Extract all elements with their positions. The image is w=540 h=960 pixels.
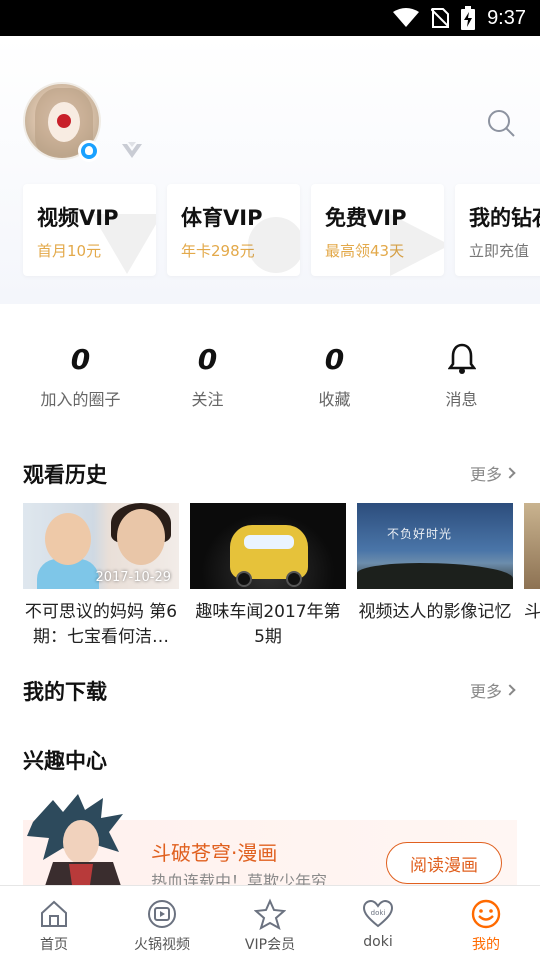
video-thumbnail: 不负好时光: [357, 503, 513, 589]
comic-character-art: [27, 794, 123, 892]
video-thumbnail: [190, 503, 346, 589]
chevron-right-icon: [504, 684, 516, 696]
video-title: 斗: [524, 602, 540, 622]
vip-level-icon[interactable]: [120, 140, 144, 164]
stat-messages[interactable]: 消息: [398, 342, 525, 410]
vip-card-video[interactable]: 视频VIP 首月10元: [23, 184, 156, 276]
stat-label: 加入的圈子: [40, 390, 121, 409]
doki-heart-icon: doki: [362, 899, 394, 928]
tab-label: 我的: [472, 937, 500, 953]
vip-card-subtitle: 立即充值: [469, 242, 530, 260]
video-title: 视频达人的影像记忆: [358, 602, 512, 622]
tab-vip[interactable]: VIP会员: [216, 886, 324, 960]
video-title: 趣味车闻2017年第5期: [195, 602, 341, 647]
vip-cards: 视频VIP 首月10元 体育VIP 年卡298元 免费VIP 最高领43天 我的…: [23, 184, 540, 276]
more-label: 更多: [469, 682, 502, 701]
bell-icon: [446, 342, 477, 378]
video-title: 不可思议的妈妈 第6期：七宝看何洁…: [24, 602, 178, 647]
tab-label: 首页: [40, 937, 68, 953]
tab-label: VIP会员: [244, 937, 296, 953]
stat-circles[interactable]: 0 加入的圈子: [17, 342, 144, 410]
profile-header: 视频VIP 首月10元 体育VIP 年卡298元 免费VIP 最高领43天 我的…: [0, 36, 540, 304]
vip-card-title: 我的钻石: [469, 206, 540, 230]
interest-title: 兴趣中心: [23, 749, 107, 773]
tab-doki[interactable]: doki doki: [324, 886, 432, 960]
vip-star-icon: [254, 898, 286, 930]
history-item[interactable]: 2017-10-29 不可思议的妈妈 第6期：七宝看何洁…: [23, 503, 179, 650]
stat-value: 0: [70, 343, 91, 376]
vip-card-diamond[interactable]: 我的钻石 立即充值: [455, 184, 540, 276]
search-icon[interactable]: [486, 108, 516, 138]
read-comic-button[interactable]: 阅读漫画: [386, 842, 502, 884]
more-label: 更多: [469, 465, 502, 484]
stat-favorites[interactable]: 0 收藏: [271, 342, 398, 410]
stat-value: 0: [324, 343, 345, 376]
video-date: 2017-10-29: [95, 570, 171, 585]
banner-title: 斗破苍穹·漫画: [151, 841, 278, 865]
status-bar: 9:37: [0, 0, 540, 36]
thumbnail-text: 不负好时光: [387, 527, 453, 541]
vip-card-free[interactable]: 免费VIP 最高领43天: [311, 184, 444, 276]
stat-value: 0: [197, 343, 218, 376]
stat-label: 消息: [445, 390, 478, 409]
bottom-tab-bar: 首页 火锅视频 VIP会员 doki doki 我的: [0, 885, 540, 960]
tab-label: doki: [363, 934, 393, 950]
svg-text:doki: doki: [371, 909, 386, 917]
video-icon: [148, 900, 176, 928]
stat-following[interactable]: 0 关注: [144, 342, 271, 410]
no-sim-icon: [431, 7, 450, 29]
video-thumbnail: [524, 503, 540, 589]
stat-label: 关注: [191, 390, 224, 409]
history-more-link[interactable]: 更多: [469, 461, 516, 485]
wifi-icon: [393, 8, 420, 28]
tab-home[interactable]: 首页: [0, 886, 108, 960]
stat-label: 收藏: [318, 390, 351, 409]
tab-label: 火锅视频: [134, 937, 190, 953]
history-item[interactable]: 趣味车闻2017年第5期: [190, 503, 346, 650]
video-thumbnail: 2017-10-29: [23, 503, 179, 589]
tab-hotpot-video[interactable]: 火锅视频: [108, 886, 216, 960]
chevron-right-icon: [504, 467, 516, 479]
smile-icon: [471, 899, 501, 929]
vip-card-sports[interactable]: 体育VIP 年卡298元: [167, 184, 300, 276]
user-stats: 0 加入的圈子 0 关注 0 收藏 消息: [0, 342, 540, 410]
downloads-title: 我的下载: [23, 680, 107, 704]
downloads-more-link[interactable]: 更多: [469, 678, 516, 702]
profile-page: 9:37 视频VIP 首月10元 体育VIP 年卡298元 免费VIP 最高领4…: [0, 0, 540, 960]
history-list: 2017-10-29 不可思议的妈妈 第6期：七宝看何洁… 趣味车闻2017年第…: [23, 503, 540, 650]
tab-mine[interactable]: 我的: [432, 886, 540, 960]
profile-badge-icon: [78, 140, 100, 162]
battery-charging-icon: [461, 6, 476, 30]
history-item[interactable]: 不负好时光 视频达人的影像记忆: [357, 503, 513, 650]
history-title: 观看历史: [23, 463, 107, 487]
home-icon: [41, 900, 67, 927]
status-time: 9:37: [487, 6, 526, 29]
history-item[interactable]: 斗: [524, 503, 540, 650]
